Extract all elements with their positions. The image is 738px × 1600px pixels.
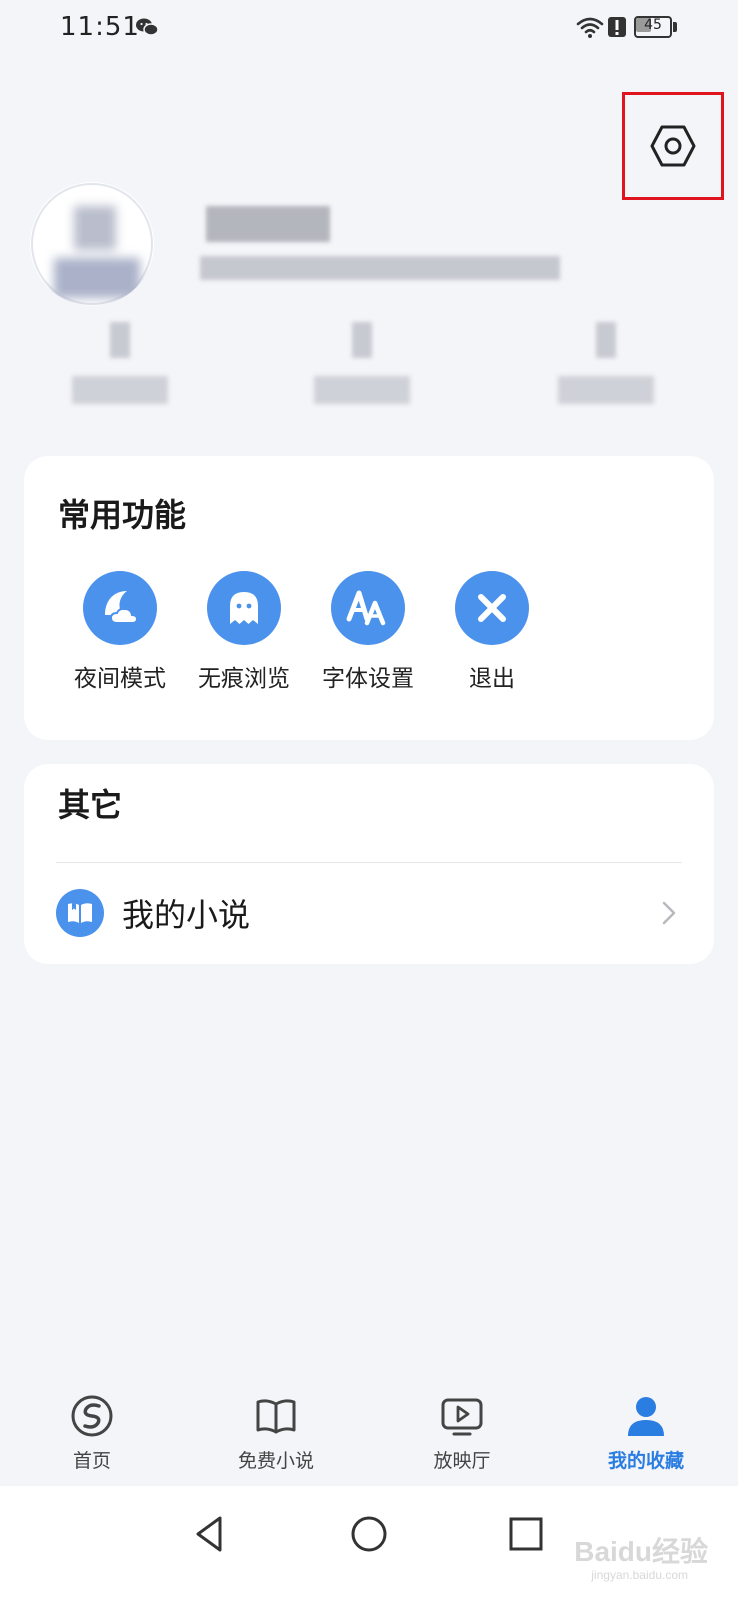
font-settings-button[interactable]: 字体设置 xyxy=(306,571,430,693)
bottom-nav: 首页 免费小说 放映厅 我的收藏 xyxy=(0,1390,738,1486)
status-bar: 11:51 45 xyxy=(0,0,738,60)
nav-home[interactable]: 首页 xyxy=(32,1390,152,1473)
nav-free-novels-label: 免费小说 xyxy=(237,1450,314,1472)
home-circle-icon[interactable] xyxy=(345,1510,393,1558)
nav-theater-label: 放映厅 xyxy=(433,1450,491,1472)
other-title: 其它 xyxy=(58,786,123,824)
incognito-button[interactable]: 无痕浏览 xyxy=(182,571,306,693)
function-grid: 夜间模式 无痕浏览 字体设置 退出 xyxy=(58,571,554,693)
book-icon xyxy=(56,889,104,937)
nav-favorites[interactable]: 我的收藏 xyxy=(586,1390,706,1473)
nav-free-novels[interactable]: 免费小说 xyxy=(216,1390,336,1473)
user-icon xyxy=(628,1397,664,1436)
settings-button[interactable] xyxy=(622,92,724,200)
other-card: 其它 我的小说 xyxy=(24,764,714,964)
recents-square-icon[interactable] xyxy=(502,1510,550,1558)
wifi-icon xyxy=(576,17,604,38)
profile-stat-1[interactable] xyxy=(66,318,176,410)
font-settings-label: 字体设置 xyxy=(322,666,414,692)
battery-level: 45 xyxy=(644,17,662,33)
font-aa-icon xyxy=(331,571,405,645)
chevron-right-icon xyxy=(662,901,676,925)
s-logo-icon xyxy=(71,1395,113,1437)
back-triangle-icon[interactable] xyxy=(186,1510,234,1558)
avatar[interactable] xyxy=(30,182,154,306)
divider xyxy=(56,862,682,863)
ghost-icon xyxy=(207,571,281,645)
exit-button[interactable]: 退出 xyxy=(430,571,554,693)
status-time: 11:51 xyxy=(60,12,140,42)
system-nav-bar: Baidu经验 jingyan.baidu.com xyxy=(0,1486,738,1600)
battery-indicator: 45 xyxy=(634,16,678,38)
exit-label: 退出 xyxy=(469,666,515,692)
watermark-text: Baidu经验 xyxy=(574,1536,708,1567)
watermark-sub: jingyan.baidu.com xyxy=(591,1568,688,1582)
incognito-label: 无痕浏览 xyxy=(198,666,290,692)
open-book-icon xyxy=(256,1399,296,1434)
user-signature xyxy=(200,256,560,280)
profile-stat-2[interactable] xyxy=(308,318,418,410)
close-x-icon xyxy=(455,571,529,645)
night-mode-label: 夜间模式 xyxy=(74,666,166,692)
settings-hex-icon xyxy=(650,125,696,167)
common-functions-title: 常用功能 xyxy=(58,496,187,534)
common-functions-card: 常用功能 夜间模式 无痕浏览 字体设置 退出 xyxy=(24,456,714,740)
night-mode-button[interactable]: 夜间模式 xyxy=(58,571,182,693)
nav-home-label: 首页 xyxy=(72,1450,111,1472)
play-tv-icon xyxy=(441,1398,483,1436)
alert-icon xyxy=(608,17,626,37)
nav-theater[interactable]: 放映厅 xyxy=(402,1390,522,1473)
my-novels-item[interactable]: 我的小说 xyxy=(56,864,682,962)
profile-stat-3[interactable] xyxy=(552,318,662,410)
moon-cloud-icon xyxy=(83,571,157,645)
my-novels-label: 我的小说 xyxy=(122,896,251,934)
username xyxy=(206,206,330,242)
nav-favorites-label: 我的收藏 xyxy=(607,1450,684,1472)
wechat-icon xyxy=(136,18,158,36)
